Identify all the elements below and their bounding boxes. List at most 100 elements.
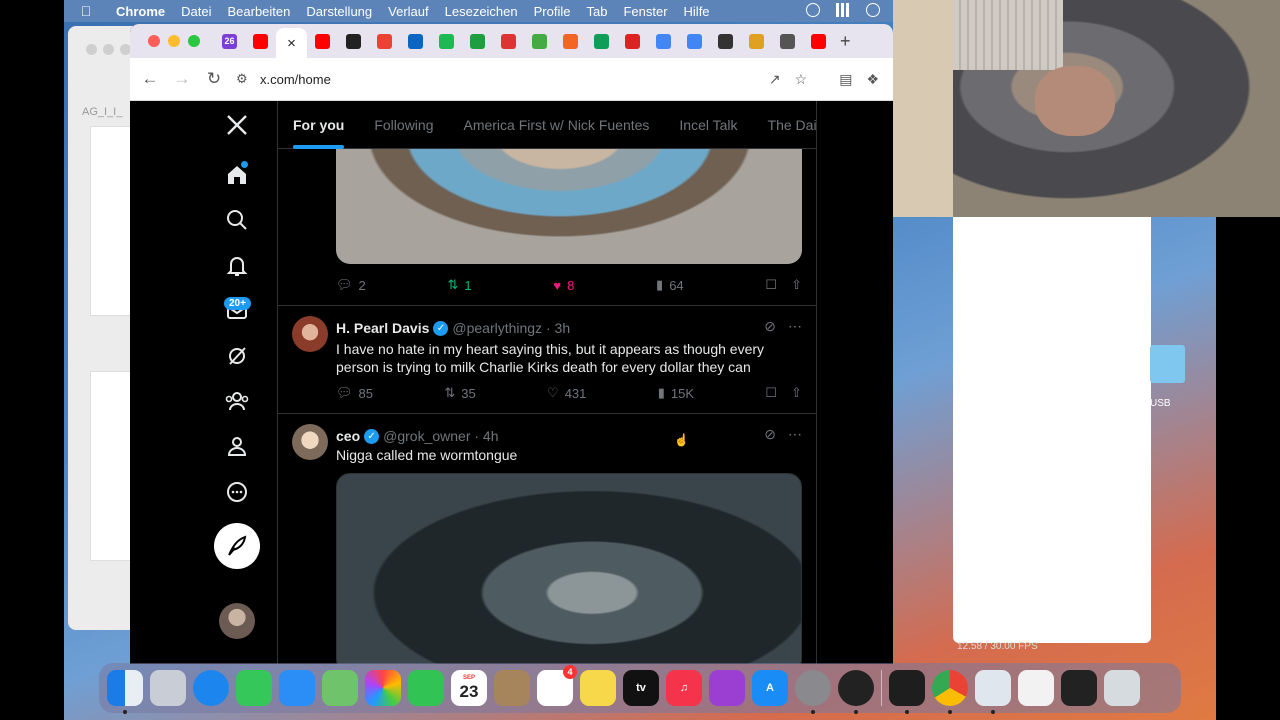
browser-tab[interactable]: [617, 28, 648, 54]
extensions-icon[interactable]: ❖: [866, 71, 879, 88]
post-ceo[interactable]: ceo ✓ @grok_owner · 4h ⊘ ⋯ Nigga called …: [278, 414, 816, 664]
chrome-dock-icon[interactable]: [932, 670, 968, 714]
author-handle[interactable]: @pearlythingz · 3h: [452, 320, 570, 336]
trash-icon[interactable]: [1104, 670, 1140, 706]
menu-item-datei[interactable]: Datei: [173, 4, 219, 19]
tab-for-you[interactable]: For you: [278, 101, 359, 149]
post-media-video[interactable]: [336, 473, 802, 664]
site-settings-icon[interactable]: ⚙: [236, 71, 256, 87]
close-window-icon[interactable]: [148, 35, 160, 47]
menu-item-lesezeichen[interactable]: Lesezeichen: [437, 4, 526, 19]
author-name[interactable]: ceo: [336, 428, 360, 444]
reminders-icon[interactable]: 4: [537, 665, 577, 706]
activity-monitor-icon[interactable]: [889, 670, 925, 714]
menu-item-fenster[interactable]: Fenster: [615, 4, 675, 19]
obs-icon[interactable]: [838, 670, 874, 714]
author-name[interactable]: H. Pearl Davis: [336, 320, 429, 336]
account-avatar[interactable]: [219, 603, 255, 639]
menu-item-bearbeiten[interactable]: Bearbeiten: [219, 4, 298, 19]
grok-icon[interactable]: [210, 338, 264, 374]
share-icon[interactable]: ⇧: [791, 385, 802, 401]
terminal-icon[interactable]: [1061, 670, 1097, 706]
mail-icon[interactable]: [279, 670, 315, 706]
author-handle[interactable]: @grok_owner · 4h: [383, 428, 498, 444]
browser-tab[interactable]: [307, 28, 338, 54]
browser-tab[interactable]: [741, 28, 772, 54]
notifications-bell-icon[interactable]: [210, 248, 264, 284]
notes-icon[interactable]: [580, 670, 616, 706]
repost-button[interactable]: ⇅ 35: [444, 385, 475, 401]
messages-app-icon[interactable]: [236, 670, 272, 706]
browser-tab[interactable]: [431, 28, 462, 54]
preview-icon[interactable]: [975, 670, 1011, 714]
like-button[interactable]: ♥ 8: [553, 278, 574, 293]
search-icon[interactable]: [210, 202, 264, 238]
safari-icon[interactable]: [193, 670, 229, 706]
compose-post-button[interactable]: [214, 523, 260, 569]
tab-following[interactable]: Following: [359, 101, 448, 149]
browser-tab[interactable]: [710, 28, 741, 54]
browser-tab[interactable]: [493, 28, 524, 54]
browser-tab[interactable]: [555, 28, 586, 54]
menu-item-hilfe[interactable]: Hilfe: [676, 4, 718, 19]
more-options-icon[interactable]: [210, 474, 264, 510]
podcasts-icon[interactable]: [709, 670, 745, 706]
browser-tab[interactable]: 26: [214, 28, 245, 54]
apple-icon[interactable]: : [64, 3, 108, 19]
bookmark-icon[interactable]: ☐: [765, 385, 777, 401]
grok-explain-icon[interactable]: ⊘: [764, 426, 776, 443]
folder-icon[interactable]: [1150, 345, 1185, 383]
music-icon[interactable]: ♫: [666, 670, 702, 706]
menu-item-tab[interactable]: Tab: [578, 4, 615, 19]
avatar[interactable]: [292, 316, 328, 352]
forward-icon[interactable]: →: [166, 69, 198, 89]
views-button[interactable]: ▮ 15K: [658, 385, 694, 401]
bookmark-star-icon[interactable]: ☆: [795, 71, 808, 88]
usb-drive-icon[interactable]: [1018, 670, 1054, 706]
browser-tab[interactable]: [524, 28, 555, 54]
address-bar[interactable]: x.com/home: [260, 72, 769, 87]
reading-list-icon[interactable]: ▤: [839, 71, 852, 88]
status-record-icon[interactable]: [866, 3, 880, 17]
post-pearl-davis[interactable]: H. Pearl Davis ✓ @pearlythingz · 3h ⊘ ⋯ …: [278, 306, 816, 412]
avatar[interactable]: [292, 424, 328, 460]
finder-icon[interactable]: [107, 670, 143, 714]
grok-explain-icon[interactable]: ⊘: [764, 318, 776, 335]
tab-incel-talk[interactable]: Incel Talk: [664, 101, 752, 149]
browser-tab[interactable]: [462, 28, 493, 54]
calendar-icon[interactable]: SEP 23: [451, 670, 487, 706]
browser-tab[interactable]: [400, 28, 431, 54]
share-icon[interactable]: ⇧: [791, 277, 802, 293]
menu-item-darstellung[interactable]: Darstellung: [298, 4, 380, 19]
close-icon[interactable]: ×: [287, 35, 296, 52]
reply-button[interactable]: 💬︎ 85: [336, 385, 373, 401]
repost-button[interactable]: ⇅ 1: [447, 277, 471, 293]
reply-button[interactable]: 💬︎ 2: [336, 277, 366, 293]
profile-icon[interactable]: [210, 428, 264, 464]
maps-icon[interactable]: [322, 670, 358, 706]
home-icon[interactable]: [210, 157, 264, 193]
tab-the-daily[interactable]: The Dail: [753, 101, 816, 149]
photos-icon[interactable]: [365, 670, 401, 706]
zoom-window-icon[interactable]: [188, 35, 200, 47]
system-settings-icon[interactable]: [795, 670, 831, 714]
back-icon[interactable]: ←: [134, 69, 166, 89]
contacts-icon[interactable]: [494, 670, 530, 706]
menu-item-profile[interactable]: Profile: [526, 4, 579, 19]
browser-tab[interactable]: [803, 28, 834, 54]
status-globe-icon[interactable]: [806, 3, 820, 17]
views-button[interactable]: ▮ 64: [656, 277, 684, 293]
post-more-icon[interactable]: ⋯: [788, 318, 802, 335]
browser-tab[interactable]: [648, 28, 679, 54]
browser-tab[interactable]: [338, 28, 369, 54]
communities-icon[interactable]: [210, 383, 264, 419]
browser-tab[interactable]: [245, 28, 276, 54]
tab-america-first[interactable]: America First w/ Nick Fuentes: [448, 101, 664, 149]
minimize-window-icon[interactable]: [168, 35, 180, 47]
x-logo-icon[interactable]: [210, 107, 264, 143]
facetime-icon[interactable]: [408, 670, 444, 706]
bookmark-icon[interactable]: ☐: [765, 277, 777, 293]
browser-tab[interactable]: [369, 28, 400, 54]
apple-tv-icon[interactable]: tv: [623, 670, 659, 706]
browser-tab[interactable]: [772, 28, 803, 54]
